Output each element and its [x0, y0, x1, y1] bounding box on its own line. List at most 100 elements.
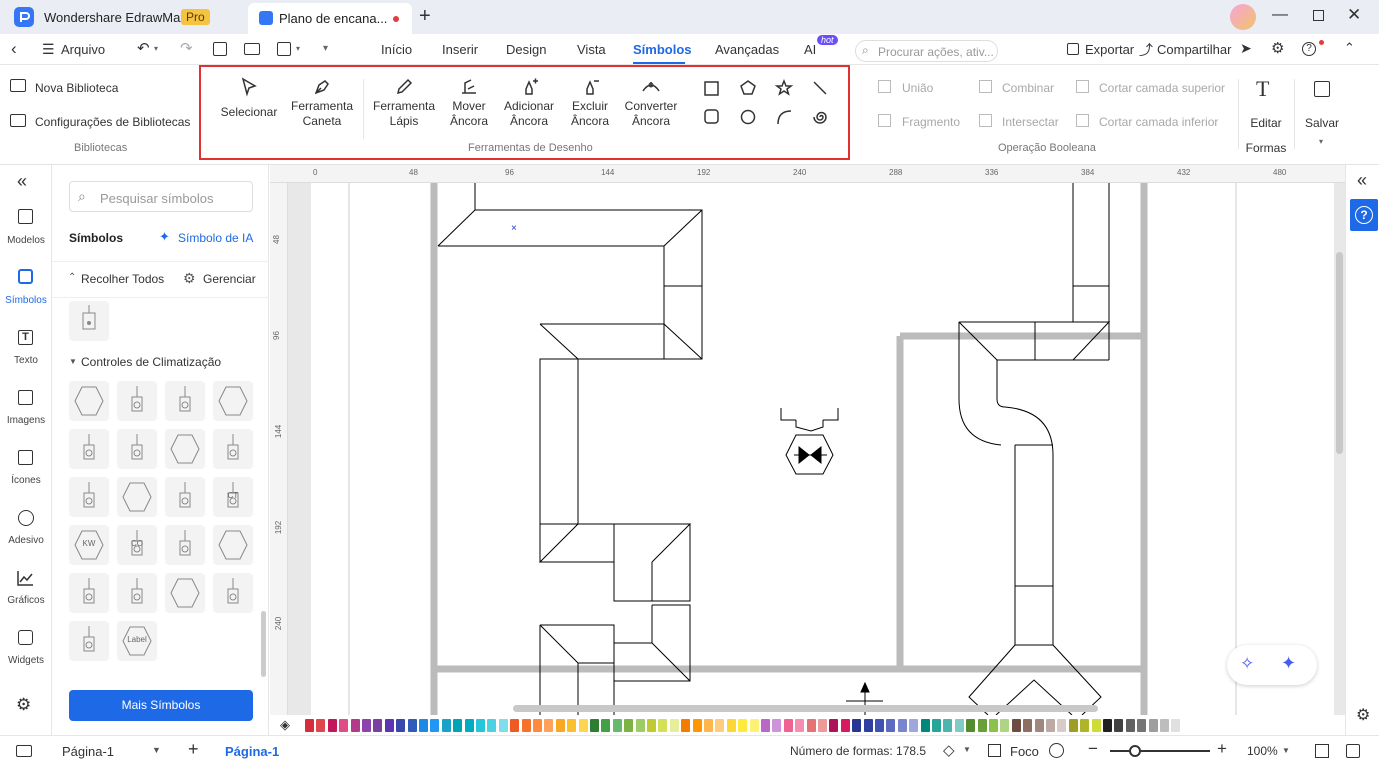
add-anchor-tool[interactable]: Adicionar Âncora — [494, 99, 564, 129]
color-swatch[interactable] — [795, 719, 805, 732]
vertical-scrollbar[interactable] — [1336, 252, 1343, 454]
menu-inicio[interactable]: Início — [381, 42, 412, 57]
symbol-tile[interactable] — [165, 429, 205, 469]
more-symbols-button[interactable]: Mais Símbolos — [69, 690, 253, 721]
color-swatch[interactable] — [1137, 719, 1147, 732]
symbol-tile[interactable] — [165, 477, 205, 517]
color-swatch[interactable] — [772, 719, 782, 732]
symbols-icon[interactable] — [18, 269, 33, 284]
layers-icon[interactable]: ◇ — [943, 741, 955, 759]
nav-widgets[interactable]: Widgets — [0, 655, 52, 666]
symbol-tile[interactable]: CO — [117, 525, 157, 565]
shapes-dropdown[interactable]: Formas — [1241, 141, 1291, 156]
page-selector[interactable]: Página-1 — [62, 744, 114, 759]
union-button[interactable]: União — [902, 81, 933, 95]
export-button[interactable]: Exportar — [1085, 42, 1134, 57]
save-icon[interactable] — [213, 42, 227, 56]
color-swatch[interactable] — [1068, 719, 1078, 732]
menu-avancadas[interactable]: Avançadas — [715, 42, 779, 57]
redo-icon[interactable]: ↷ — [180, 39, 193, 57]
spiral-shape-icon[interactable] — [811, 108, 829, 126]
menu-inserir[interactable]: Inserir — [442, 42, 478, 57]
cut-top-layer-button[interactable]: Cortar camada superior — [1099, 81, 1225, 95]
edit-button[interactable]: Editar — [1241, 116, 1291, 131]
pencil-tool[interactable]: Ferramenta Lápis — [369, 99, 439, 129]
color-swatch[interactable] — [966, 719, 976, 732]
convert-anchor-tool[interactable]: Converter Âncora — [616, 99, 686, 129]
fill-bucket-icon[interactable]: ◈ — [280, 717, 290, 733]
symbol-tile[interactable] — [117, 381, 157, 421]
export-dropdown-icon[interactable]: ▾ — [296, 44, 300, 53]
color-swatch[interactable] — [1125, 719, 1135, 732]
color-swatch[interactable] — [567, 719, 577, 732]
rounded-rectangle-shape-icon[interactable] — [703, 108, 721, 126]
sticker-icon[interactable] — [18, 510, 34, 526]
templates-icon[interactable] — [18, 209, 33, 224]
color-swatch[interactable] — [920, 719, 930, 732]
user-avatar[interactable] — [1230, 4, 1256, 30]
library-scrollbar[interactable] — [261, 611, 266, 677]
color-swatch[interactable] — [852, 719, 862, 732]
close-window-icon[interactable]: ✕ — [1347, 5, 1361, 25]
color-swatch[interactable] — [1091, 719, 1101, 732]
color-swatch[interactable] — [783, 719, 793, 732]
color-swatch[interactable] — [1114, 719, 1124, 732]
save-dropdown-icon[interactable]: ▾ — [1319, 137, 1323, 146]
color-swatch[interactable] — [384, 719, 394, 732]
color-swatch[interactable] — [533, 719, 542, 732]
color-swatch[interactable] — [669, 719, 679, 732]
color-swatch[interactable] — [715, 719, 725, 732]
fragment-button[interactable]: Fragmento — [902, 115, 960, 129]
charts-icon[interactable] — [16, 569, 34, 587]
color-swatch[interactable] — [373, 719, 383, 732]
symbol-tile[interactable] — [213, 429, 253, 469]
color-swatch[interactable] — [396, 719, 406, 732]
layers-dropdown-icon[interactable]: ▼ — [963, 745, 971, 754]
combine-button[interactable]: Combinar — [1002, 81, 1054, 95]
symbol-tile[interactable] — [117, 477, 157, 517]
color-swatch[interactable] — [339, 719, 349, 732]
menu-design[interactable]: Design — [506, 42, 546, 57]
zoom-level[interactable]: 100% — [1247, 744, 1278, 758]
color-swatch[interactable] — [430, 719, 440, 732]
more-dropdown-icon[interactable]: ▾ — [323, 43, 328, 54]
color-swatch[interactable] — [487, 719, 497, 732]
cut-bottom-layer-button[interactable]: Cortar camada inferior — [1099, 115, 1218, 129]
book-view-icon[interactable] — [1315, 744, 1329, 758]
widgets-icon[interactable] — [18, 630, 33, 645]
maximize-icon[interactable] — [1313, 10, 1324, 21]
color-swatch[interactable] — [407, 719, 417, 732]
color-swatch[interactable] — [806, 719, 816, 732]
ai-sparkle-icon[interactable]: ✦ — [1281, 653, 1296, 674]
arc-shape-icon[interactable] — [775, 108, 793, 126]
color-swatch[interactable] — [624, 719, 634, 732]
collapse-all-button[interactable]: Recolher Todos — [81, 272, 164, 286]
nav-charts[interactable]: Gráficos — [0, 595, 52, 606]
color-swatch[interactable] — [327, 719, 337, 732]
color-swatch[interactable] — [1023, 719, 1033, 732]
color-swatch[interactable] — [1034, 719, 1044, 732]
icons-icon[interactable] — [18, 450, 33, 465]
color-swatch[interactable] — [498, 719, 508, 732]
color-swatch[interactable] — [647, 719, 656, 732]
images-icon[interactable] — [18, 390, 33, 405]
symbol-tile[interactable] — [165, 381, 205, 421]
file-menu[interactable]: Arquivo — [61, 42, 105, 57]
back-icon[interactable]: ‹ — [11, 39, 17, 59]
play-presentation-icon[interactable] — [1049, 743, 1064, 758]
zoom-slider-track[interactable] — [1110, 750, 1210, 752]
color-swatch[interactable] — [989, 719, 998, 732]
page-layout-icon[interactable] — [16, 745, 32, 757]
color-swatch[interactable] — [932, 719, 941, 732]
color-swatch[interactable] — [1011, 719, 1021, 732]
undo-dropdown-icon[interactable]: ▾ — [154, 44, 158, 53]
color-swatch[interactable] — [943, 719, 953, 732]
symbol-tile[interactable] — [117, 429, 157, 469]
manage-button[interactable]: Gerenciar — [203, 272, 256, 286]
new-library-button[interactable]: Nova Biblioteca — [35, 81, 118, 95]
minimize-icon[interactable]: — — [1272, 6, 1288, 24]
symbol-tile[interactable]: CT — [213, 477, 253, 517]
collapse-panel-icon[interactable]: « — [17, 171, 27, 192]
drawing-page[interactable]: × — [311, 183, 1334, 715]
nav-images[interactable]: Imagens — [0, 415, 52, 426]
